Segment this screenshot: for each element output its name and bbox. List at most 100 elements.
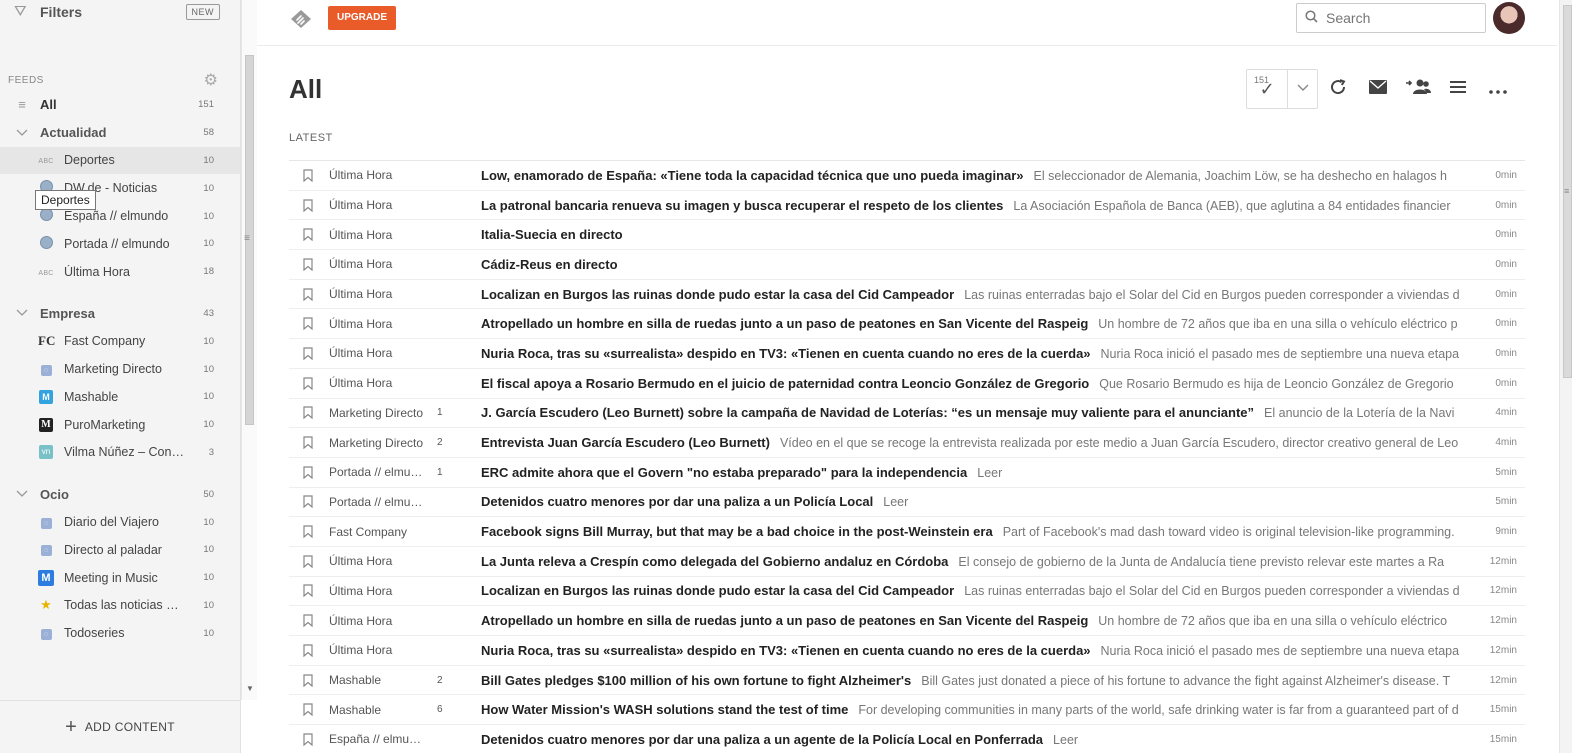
sidebar-item-mashable[interactable]: M Mashable 10 bbox=[0, 383, 240, 411]
entry-source[interactable]: España // elmu… bbox=[329, 732, 431, 746]
bookmark-icon[interactable] bbox=[289, 287, 329, 301]
avatar[interactable] bbox=[1493, 2, 1525, 34]
bookmark-icon[interactable] bbox=[289, 436, 329, 450]
entry-source[interactable]: Última Hora bbox=[329, 228, 431, 242]
entry-title[interactable]: Entrevista Juan García Escudero (Leo Bur… bbox=[481, 435, 770, 450]
entry-row[interactable]: Mashable 2 Bill Gates pledges $100 million… bbox=[289, 666, 1525, 696]
layout-button[interactable] bbox=[1438, 69, 1478, 109]
entry-row[interactable]: España // elmu… Detenidos cuatro menores … bbox=[289, 725, 1525, 753]
bookmark-icon[interactable] bbox=[289, 614, 329, 628]
entry-title[interactable]: ERC admite ahora que el Govern "no estab… bbox=[481, 465, 967, 480]
entry-body[interactable]: Localizan en Burgos las ruinas donde pud… bbox=[481, 287, 1478, 302]
share-team-button[interactable] bbox=[1398, 69, 1438, 109]
entry-body[interactable]: El fiscal apoya a Rosario Bermudo en el … bbox=[481, 376, 1478, 391]
entry-body[interactable]: Nuria Roca, tras su «surrealista» despid… bbox=[481, 643, 1478, 658]
entry-title[interactable]: La patronal bancaria renueva su imagen y… bbox=[481, 198, 1003, 213]
entry-row[interactable]: Marketing Directo 2 Entrevista Juan García… bbox=[289, 428, 1525, 458]
sidebar-scrollbar[interactable]: ≡ ▼ bbox=[241, 0, 257, 700]
entry-body[interactable]: Low, enamorado de España: «Tiene toda la… bbox=[481, 168, 1478, 183]
entry-row[interactable]: Última Hora La Junta releva a Crespín com… bbox=[289, 547, 1525, 577]
entry-body[interactable]: Cádiz-Reus en directo bbox=[481, 257, 1478, 272]
sidebar-item-all[interactable]: ≡ All 151 bbox=[0, 91, 240, 119]
entry-row[interactable]: Última Hora El fiscal apoya a Rosario Ber… bbox=[289, 369, 1525, 399]
entry-row[interactable]: Mashable 6 How Water Mission's WASH soluti… bbox=[289, 695, 1525, 726]
entry-row[interactable]: Última Hora Italia-Suecia en directo 0min bbox=[289, 220, 1525, 251]
scroll-down-arrow-icon[interactable]: ▼ bbox=[246, 684, 254, 693]
entry-row[interactable]: Última Hora Atropellado un hombre en sill… bbox=[289, 309, 1525, 340]
entry-source[interactable]: Mashable bbox=[329, 703, 431, 717]
mark-as-read-button[interactable]: 151 ✓ bbox=[1247, 70, 1289, 108]
entry-row[interactable]: Última Hora Nuria Roca, tras su «surreali… bbox=[289, 339, 1525, 369]
bookmark-icon[interactable] bbox=[289, 555, 329, 568]
entry-body[interactable]: Nuria Roca, tras su «surrealista» despid… bbox=[481, 346, 1478, 361]
entry-body[interactable]: La patronal bancaria renueva su imagen y… bbox=[481, 198, 1478, 213]
entry-title[interactable]: Low, enamorado de España: «Tiene toda la… bbox=[481, 168, 1024, 183]
entry-title[interactable]: Italia-Suecia en directo bbox=[481, 227, 623, 242]
upgrade-button[interactable]: UPGRADE bbox=[328, 6, 397, 30]
entry-body[interactable]: Atropellado un hombre en silla de ruedas… bbox=[481, 316, 1478, 331]
entry-source[interactable]: Portada // elmu… bbox=[329, 495, 431, 509]
main-scrollbar[interactable]: ≡ bbox=[1557, 0, 1584, 753]
entry-title[interactable]: Detenidos cuatro menores por dar una pal… bbox=[481, 494, 873, 509]
bookmark-icon[interactable] bbox=[289, 703, 329, 717]
entry-title[interactable]: Cádiz-Reus en directo bbox=[481, 257, 618, 272]
sidebar-item-ocio[interactable]: Ocio 50 bbox=[0, 480, 240, 508]
entry-body[interactable]: J. García Escudero (Leo Burnett) sobre l… bbox=[481, 405, 1478, 420]
entry-row[interactable]: Marketing Directo 1 J. García Escudero (Le… bbox=[289, 399, 1525, 429]
entry-body[interactable]: Facebook signs Bill Murray, but that may… bbox=[481, 524, 1478, 539]
bookmark-icon[interactable] bbox=[289, 198, 329, 212]
sidebar-item-última-hora[interactable]: ABC Última Hora 18 bbox=[0, 258, 240, 286]
entry-body[interactable]: Detenidos cuatro menores por dar una pal… bbox=[481, 732, 1478, 747]
sidebar-item-directo-al-paladar[interactable]: ◌ Directo al paladar 10 bbox=[0, 536, 240, 564]
entry-source[interactable]: Fast Company bbox=[329, 525, 431, 539]
email-button[interactable] bbox=[1358, 69, 1398, 109]
entry-source[interactable]: Última Hora bbox=[329, 198, 431, 212]
entry-source[interactable]: Última Hora bbox=[329, 584, 431, 598]
entry-row[interactable]: Última Hora Low, enamorado de España: «Ti… bbox=[289, 161, 1525, 191]
sidebar-item-marketing-directo[interactable]: ◌ Marketing Directo 10 bbox=[0, 355, 240, 383]
bookmark-icon[interactable] bbox=[289, 406, 329, 420]
entry-body[interactable]: Detenidos cuatro menores por dar una pal… bbox=[481, 494, 1478, 509]
entry-title[interactable]: J. García Escudero (Leo Burnett) sobre l… bbox=[481, 405, 1254, 420]
entry-row[interactable]: Última Hora Atropellado un hombre en sill… bbox=[289, 606, 1525, 636]
entry-body[interactable]: La Junta releva a Crespín como delegada … bbox=[481, 554, 1478, 569]
gear-icon[interactable]: ⚙ bbox=[204, 70, 218, 90]
entry-body[interactable]: ERC admite ahora que el Govern "no estab… bbox=[481, 465, 1478, 480]
bookmark-icon[interactable] bbox=[289, 495, 329, 509]
entry-body[interactable]: How Water Mission's WASH solutions stand… bbox=[481, 702, 1478, 717]
more-button[interactable] bbox=[1478, 69, 1518, 109]
entry-source[interactable]: Última Hora bbox=[329, 287, 431, 301]
chevron-down-icon[interactable] bbox=[14, 306, 30, 320]
sidebar-item-deportes[interactable]: ABC Deportes 10 bbox=[0, 146, 240, 175]
entry-title[interactable]: Nuria Roca, tras su «surrealista» despid… bbox=[481, 643, 1091, 658]
sidebar-item-todoseries[interactable]: ◌ Todoseries 10 bbox=[0, 619, 240, 647]
search-box[interactable] bbox=[1296, 3, 1486, 33]
bookmark-icon[interactable] bbox=[289, 258, 329, 271]
entry-title[interactable]: Bill Gates pledges $100 million of his o… bbox=[481, 673, 911, 688]
entry-title[interactable]: Atropellado un hombre en silla de ruedas… bbox=[481, 316, 1088, 331]
sidebar-item-vilma-núñez-con[interactable]: vn Vilma Núñez – Con… 3 bbox=[0, 439, 240, 467]
bookmark-icon[interactable] bbox=[289, 733, 329, 746]
entry-row[interactable]: Fast Company Facebook signs Bill Murray, … bbox=[289, 517, 1525, 547]
chevron-down-icon[interactable] bbox=[14, 487, 30, 501]
entry-source[interactable]: Última Hora bbox=[329, 317, 431, 331]
bookmark-icon[interactable] bbox=[289, 317, 329, 331]
bookmark-icon[interactable] bbox=[289, 377, 329, 390]
refresh-button[interactable] bbox=[1318, 69, 1358, 109]
entry-body[interactable]: Italia-Suecia en directo bbox=[481, 227, 1478, 242]
add-content-button[interactable]: + ADD CONTENT bbox=[0, 700, 240, 753]
entry-body[interactable]: Localizan en Burgos las ruinas donde pud… bbox=[481, 583, 1478, 598]
entry-source[interactable]: Marketing Directo bbox=[329, 436, 431, 450]
bookmark-icon[interactable] bbox=[289, 584, 329, 598]
entry-source[interactable]: Última Hora bbox=[329, 614, 431, 628]
entry-row[interactable]: Portada // elmu… Detenidos cuatro menores… bbox=[289, 488, 1525, 518]
entry-title[interactable]: El fiscal apoya a Rosario Bermudo en el … bbox=[481, 376, 1089, 391]
entry-title[interactable]: Nuria Roca, tras su «surrealista» despid… bbox=[481, 346, 1091, 361]
entry-row[interactable]: Portada // elmu… 1 ERC admite ahora que el… bbox=[289, 458, 1525, 488]
sidebar-item-meeting-in-music[interactable]: M Meeting in Music 10 bbox=[0, 564, 240, 592]
entry-title[interactable]: La Junta releva a Crespín como delegada … bbox=[481, 554, 948, 569]
entry-body[interactable]: Entrevista Juan García Escudero (Leo Bur… bbox=[481, 435, 1478, 450]
mark-as-read-dropdown[interactable] bbox=[1288, 70, 1317, 108]
entry-source[interactable]: Portada // elmu… bbox=[329, 465, 431, 479]
filters-row[interactable]: ⛛ Filters NEW bbox=[14, 2, 220, 22]
